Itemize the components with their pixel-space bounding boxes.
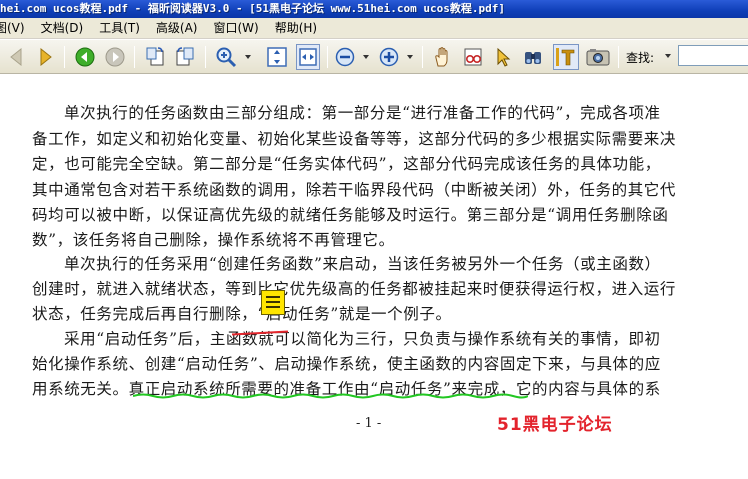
previous-page-button[interactable] — [6, 44, 26, 70]
reading-glasses-icon — [464, 48, 482, 66]
text-line: 始化操作系统、创建“启动任务”、启动操作系统，使主函数的内容固定下来，与具体的应 — [32, 355, 661, 373]
menu-advanced[interactable]: 高级(A) — [148, 18, 206, 38]
rotate-left-icon — [146, 47, 164, 66]
text-line: 单次执行的任务函数由三部分组成：第一部分是“进行准备工作的代码”，完成各项准 — [64, 104, 661, 122]
text-select-button[interactable] — [553, 44, 579, 70]
fit-width-button[interactable] — [296, 44, 320, 70]
menu-window[interactable]: 窗口(W) — [205, 18, 266, 38]
go-forward-button[interactable] — [104, 44, 126, 70]
fit-page-button[interactable] — [265, 44, 289, 70]
go-back-button[interactable] — [74, 44, 96, 70]
search-label: 查找: — [626, 51, 655, 65]
menu-view[interactable]: 图(V) — [0, 18, 33, 38]
text-line: 备工作，如定义和初始化变量、初始化某些设备等等，这部分代码的多少根据实际需要来决 — [32, 130, 677, 148]
select-tool-button[interactable] — [491, 44, 515, 70]
window-title: hei.com ucos教程.pdf - 福昕阅读器V3.0 - [51黑电子论… — [0, 2, 505, 15]
search-options-dropdown[interactable] — [665, 54, 671, 58]
text-line: 单次执行的任务采用“创建任务函数”来启动，当该任务被另外一个任务（或主函数） — [64, 255, 661, 273]
menu-tools[interactable]: 工具(T) — [91, 18, 148, 38]
menu-help[interactable]: 帮助(H) — [267, 18, 325, 38]
zoom-in-plus-icon — [379, 47, 399, 67]
window-title-bar[interactable]: hei.com ucos教程.pdf - 福昕阅读器V3.0 - [51黑电子论… — [0, 0, 748, 18]
page-number: - 1 - — [356, 416, 382, 431]
zoom-in-dropdown-arrow[interactable] — [407, 55, 413, 59]
snapshot-button[interactable] — [585, 44, 611, 70]
squiggly-underline-annotation[interactable] — [133, 393, 528, 399]
document-view[interactable]: 单次执行的任务函数由三部分组成：第一部分是“进行准备工作的代码”，完成各项准 备… — [0, 75, 748, 479]
text-line: 其中通常包含对若干系统函数的调用，除若干临界段代码（中断被关闭）外，任务的其它代 — [32, 181, 677, 199]
fit-width-icon — [299, 48, 317, 66]
zoom-out-icon — [335, 47, 355, 67]
text-line: 创建时，就进入就绪状态，等到比它优先级高的任务都被挂起来时便获得运行权，进入运行 — [32, 280, 677, 298]
reading-glasses-button[interactable] — [461, 44, 485, 70]
rotate-right-button[interactable] — [173, 44, 197, 70]
zoom-dropdown-arrow[interactable] — [245, 55, 251, 59]
text-select-icon — [556, 48, 575, 66]
zoom-out-button[interactable] — [334, 44, 356, 70]
sticky-note-icon[interactable] — [261, 290, 285, 315]
rotate-right-icon — [176, 47, 194, 66]
hand-tool-button[interactable] — [431, 44, 455, 70]
next-page-button[interactable] — [36, 44, 56, 70]
text-line: 状态，任务完成后再自行删除，“启动任务”就是一个例子。 — [32, 305, 452, 323]
zoom-tool-button[interactable] — [214, 44, 238, 70]
zoom-in-icon — [216, 47, 237, 68]
find-button[interactable] — [521, 44, 545, 70]
text-line: 定，也可能完全空缺。第二部分是“任务实体代码”，这部分代码完成该任务的具体功能， — [32, 155, 661, 173]
watermark-text: 51黑电子论坛 — [497, 415, 613, 435]
menu-document[interactable]: 文档(D) — [33, 18, 92, 38]
text-line: 采用“启动任务”后，主函数就可以简化为三行，只负责与操作系统有关的事情，即初 — [64, 330, 661, 348]
zoom-in-button[interactable] — [378, 44, 400, 70]
back-arrow-icon — [10, 48, 22, 66]
rotate-left-button[interactable] — [143, 44, 167, 70]
binoculars-icon — [525, 52, 541, 64]
select-arrow-icon — [497, 47, 511, 67]
fit-page-icon — [267, 47, 287, 67]
text-line: 码均可以被中断，以保证高优先级的就绪任务能够及时运行。第三部分是“调用任务删除函 — [32, 206, 669, 224]
snapshot-icon — [586, 49, 610, 66]
zoom-level-dropdown-arrow[interactable] — [363, 55, 369, 59]
hand-tool-icon — [435, 47, 448, 67]
forward-arrow-icon — [40, 48, 52, 66]
go-back-icon — [75, 47, 95, 67]
text-line: 数”，该任务将自己删除，操作系统将不再管理它。 — [32, 231, 395, 249]
go-forward-icon — [105, 47, 125, 67]
menu-bar: 图(V) 文档(D) 工具(T) 高级(A) 窗口(W) 帮助(H) — [0, 18, 748, 39]
search-input[interactable] — [678, 45, 748, 66]
